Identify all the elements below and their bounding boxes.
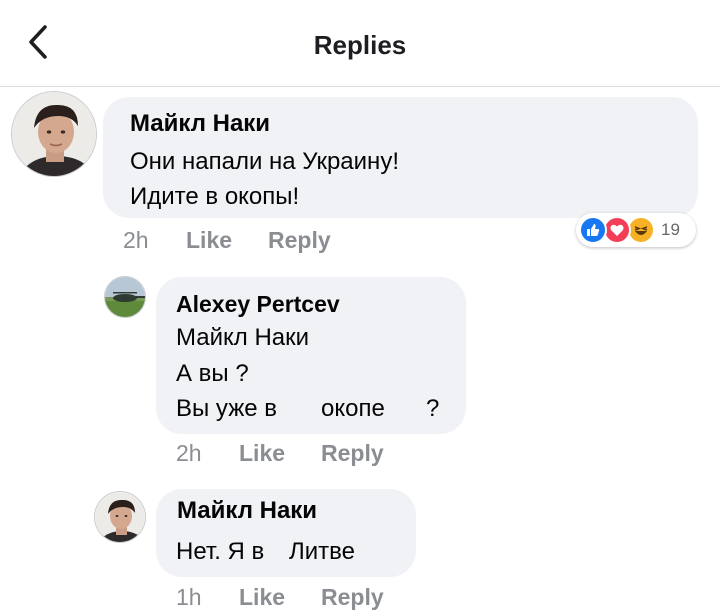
like-icon xyxy=(579,216,607,244)
haha-icon xyxy=(627,216,655,244)
comment-text: Они напали на Украину! xyxy=(130,148,399,175)
comment-text: А вы ? xyxy=(176,360,249,387)
comment-text: Нет. Я в xyxy=(176,538,265,565)
reply-button[interactable]: Reply xyxy=(268,227,331,254)
reply-button[interactable]: Reply xyxy=(321,584,384,611)
reaction-count: 19 xyxy=(661,220,680,239)
page-title: Replies xyxy=(313,30,407,60)
comment-author[interactable]: Майкл Наки xyxy=(177,497,317,525)
avatar[interactable] xyxy=(104,276,146,318)
comment-text: Идите в окопы! xyxy=(130,183,300,210)
comment-text: Майкл Наки xyxy=(176,324,310,351)
comment-time: 1h xyxy=(176,584,202,610)
avatar[interactable] xyxy=(11,91,97,177)
comment-author[interactable]: Майкл Наки xyxy=(130,110,270,138)
comment-author[interactable]: Alexey Pertcev xyxy=(176,291,340,318)
like-button[interactable]: Like xyxy=(239,440,285,467)
comment-time: 2h xyxy=(123,227,149,253)
avatar[interactable] xyxy=(94,491,146,543)
top-bar: Replies xyxy=(0,0,720,87)
love-icon xyxy=(603,216,631,244)
comment-text: ? xyxy=(426,395,440,422)
comment-text: окопе xyxy=(321,395,385,422)
reply-button[interactable]: Reply xyxy=(321,440,384,467)
comment-time: 2h xyxy=(176,440,202,466)
reactions-summary[interactable]: 19 xyxy=(576,213,696,247)
comment-text: Вы уже в xyxy=(176,395,278,422)
comment-text: Литве xyxy=(289,538,355,565)
like-button[interactable]: Like xyxy=(186,227,232,254)
like-button[interactable]: Like xyxy=(239,584,285,611)
